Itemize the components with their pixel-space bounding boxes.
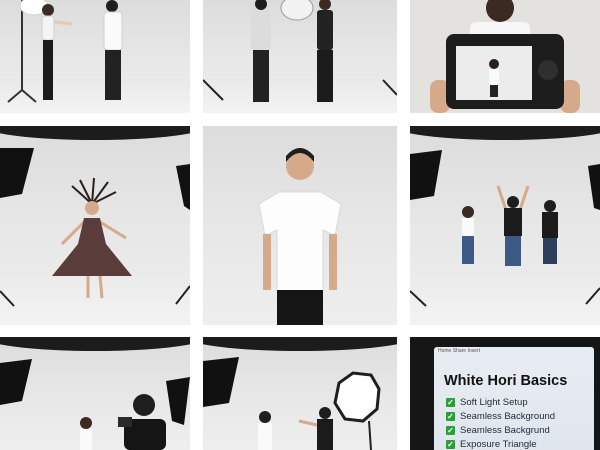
scene-smiling-man [258,148,342,325]
checkbox-checked-icon: ✓ [446,439,455,449]
tile-smiling-man[interactable] [203,126,397,325]
scene-photographer [0,359,190,450]
checklist-item: ✓ Soft Light Setup [446,395,555,409]
checklist-item-label: Seamless Backgrund [460,424,550,436]
checklist-item-label: Exposure Triangle [460,438,537,450]
scene-two-people [7,0,123,103]
checklist: ✓ Soft Light Setup ✓ Seamless Background… [446,395,555,450]
camera-icon [118,417,132,427]
scene-camera-viewfinder [410,0,600,113]
softbox-icon [410,150,442,200]
checklist-item: ✓ Seamless Background [446,409,555,423]
checklist-item-label: Seamless Background [460,410,556,422]
tile-checklist-slide[interactable]: Home Share Insert White Hori Basics ✓ So… [410,337,600,450]
tile-photographer[interactable] [0,337,190,450]
checklist-item: ✓ Exposure Triangle [446,437,555,450]
tile-dancer[interactable] [0,126,190,325]
tile-camera-viewfinder[interactable] [410,0,600,113]
octabox-icon [333,371,381,423]
tile-octabox[interactable] [203,337,397,450]
camera-icon [538,60,558,80]
softbox-icon [0,148,34,198]
scene-dancer [0,148,190,307]
checkbox-checked-icon: ✓ [446,425,455,435]
tile-two-people-talking[interactable] [0,0,190,113]
slide-screen: Home Share Insert White Hori Basics ✓ So… [434,347,594,450]
checklist-item-label: Soft Light Setup [460,396,528,408]
checklist-item: ✓ Seamless Backgrund [446,423,555,437]
slide-title: White Hori Basics [444,373,568,389]
checkbox-checked-icon: ✓ [446,411,455,421]
slide-menubar: Home Share Insert [438,348,480,354]
scene-three-jumping [410,150,600,307]
scene-reflector [203,0,397,102]
scene-octabox [203,357,381,450]
tile-reflector-portrait[interactable] [203,0,397,113]
checkbox-checked-icon: ✓ [446,397,455,407]
tile-three-jumping[interactable] [410,126,600,325]
